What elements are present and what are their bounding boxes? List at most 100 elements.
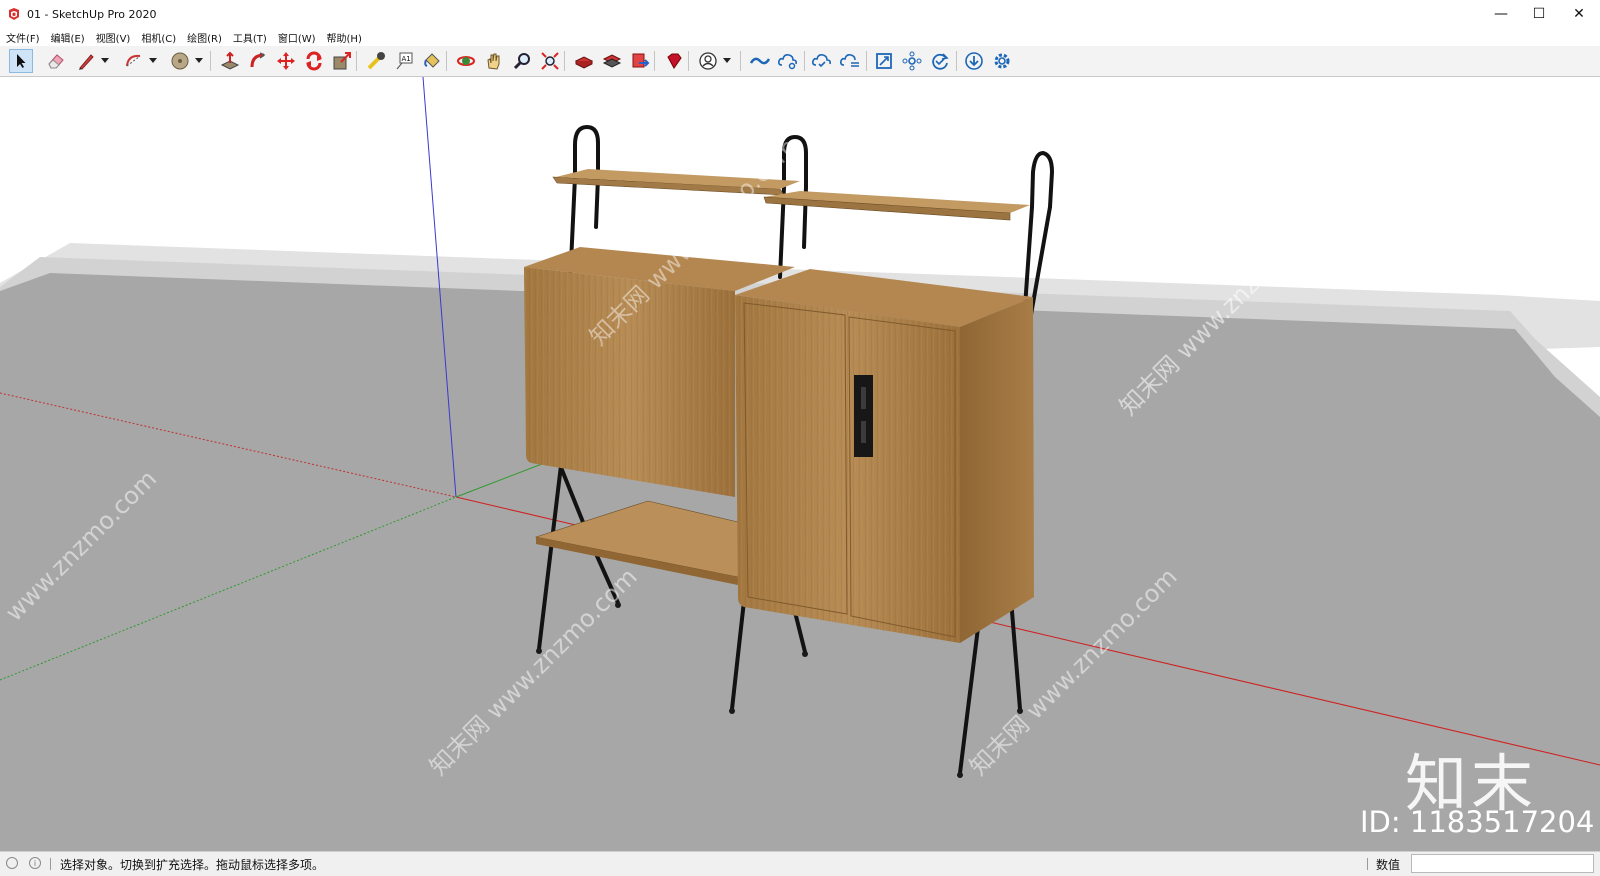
sketchup-logo-icon [9, 8, 19, 20]
pan-icon [487, 53, 500, 70]
menu-draw[interactable]: 绘图(R) [182, 30, 227, 45]
menu-file[interactable]: 文件(F) [1, 30, 45, 45]
minimize-icon: — [1494, 6, 1508, 22]
follow-me-icon [250, 52, 266, 68]
network-button[interactable] [900, 49, 924, 73]
toolbar-separator [564, 51, 565, 71]
menu-window[interactable]: 窗口(W) [273, 30, 321, 45]
cloud-list-button[interactable] [838, 49, 862, 73]
line-tool-button[interactable] [74, 49, 98, 73]
shape-tools-dropdown[interactable] [194, 49, 204, 73]
dropdown-arrow-icon [723, 58, 731, 63]
menu-help[interactable]: 帮助(H) [322, 30, 367, 45]
push-pull-icon [220, 51, 240, 70]
settings-gear-icon [994, 53, 1010, 69]
extension-warehouse-button[interactable] [600, 49, 624, 73]
tape-measure-tool-button[interactable] [364, 49, 388, 73]
status-bar: i 选择对象。切换到扩充选择。拖动鼠标选择多项。 数值 [0, 851, 1600, 876]
status-separator [1367, 858, 1368, 870]
toolbar-separator [210, 51, 211, 71]
geo-location-icon[interactable] [6, 857, 18, 869]
refresh-check-icon [932, 53, 949, 70]
close-icon: ✕ [1573, 6, 1585, 22]
send-to-layout-icon [632, 53, 650, 68]
scale-tool-button[interactable] [330, 49, 354, 73]
text-tool-button[interactable]: A1 [392, 49, 416, 73]
cloud-share-icon [778, 54, 797, 70]
model-viewport[interactable]: 知末网 www.znzmo.com 知末网 www.znzmo.com 知末网 … [0, 77, 1600, 851]
menu-bar: 文件(F) 编辑(E) 视图(V) 相机(C) 绘图(R) 工具(T) 窗口(W… [0, 28, 1600, 46]
account-dropdown[interactable] [722, 49, 732, 73]
refresh-check-button[interactable] [928, 49, 952, 73]
line-tools-dropdown[interactable] [100, 49, 110, 73]
network-icon [902, 51, 922, 71]
zoom-extents-tool-button[interactable] [538, 49, 562, 73]
pan-tool-button[interactable] [482, 49, 506, 73]
component-box-icon [876, 53, 892, 69]
download-button[interactable] [962, 49, 986, 73]
ruby-console-icon [667, 53, 682, 69]
menu-tools[interactable]: 工具(T) [228, 30, 272, 45]
eraser-tool-button[interactable] [44, 49, 68, 73]
component-box-button[interactable] [872, 49, 896, 73]
cloud-sync-button[interactable] [810, 49, 834, 73]
toolbar-separator [804, 51, 805, 71]
dropdown-arrow-icon [101, 58, 109, 63]
dropdown-arrow-icon [195, 58, 203, 63]
select-icon [17, 54, 26, 68]
zoom-extents-icon [541, 52, 559, 70]
cloud-list-icon [840, 54, 859, 67]
scene-canvas [0, 77, 1600, 851]
3d-warehouse-button[interactable] [572, 49, 596, 73]
move-tool-button[interactable] [274, 49, 298, 73]
paint-bucket-tool-button[interactable] [420, 49, 444, 73]
user-account-button[interactable] [696, 49, 720, 73]
push-pull-tool-button[interactable] [218, 49, 242, 73]
right-cabinet-front-grain [735, 295, 960, 643]
arc-tools-dropdown[interactable] [148, 49, 158, 73]
info-icon[interactable]: i [29, 857, 41, 869]
shape-circle-icon [171, 52, 189, 70]
rotate-icon [306, 51, 322, 71]
cloud-share-button[interactable] [776, 49, 800, 73]
arc-tool-button[interactable] [122, 49, 146, 73]
status-hint-text: 选择对象。切换到扩充选择。拖动鼠标选择多项。 [60, 858, 325, 872]
paint-bucket-icon [424, 53, 440, 68]
main-toolbar: A1 [0, 46, 1600, 77]
select-tool-button[interactable] [9, 49, 33, 73]
measurements-input[interactable] [1411, 854, 1594, 873]
eraser-icon [48, 54, 64, 69]
toolbar-separator [654, 51, 655, 71]
trimble-connect-button[interactable] [748, 49, 772, 73]
follow-me-tool-button[interactable] [246, 49, 270, 73]
close-button[interactable]: ✕ [1556, 0, 1600, 28]
user-account-icon [699, 52, 717, 70]
toolbar-separator [866, 51, 867, 71]
send-to-layout-button[interactable] [628, 49, 652, 73]
toolbar-separator [446, 51, 447, 71]
menu-edit[interactable]: 编辑(E) [46, 30, 90, 45]
zoom-tool-button[interactable] [510, 49, 534, 73]
shape-tool-button[interactable] [168, 49, 192, 73]
menu-view[interactable]: 视图(V) [91, 30, 136, 45]
cabinet-handle-slot [861, 387, 866, 409]
rotate-tool-button[interactable] [302, 49, 326, 73]
image-id-watermark: ID: 1183517204 [1360, 805, 1595, 839]
menu-camera[interactable]: 相机(C) [136, 30, 181, 45]
download-icon [965, 52, 983, 70]
cabinet-handle-slot [861, 421, 866, 443]
arc-icon [126, 54, 141, 67]
window-title: 01 - SketchUp Pro 2020 [27, 7, 157, 21]
maximize-icon: ☐ [1532, 6, 1546, 22]
orbit-tool-button[interactable] [454, 49, 478, 73]
settings-button[interactable] [990, 49, 1014, 73]
toolbar-separator [356, 51, 357, 71]
title-bar: 01 - SketchUp Pro 2020 — ☐ ✕ [0, 0, 1600, 28]
warehouse-icon [574, 56, 594, 69]
measurements-label: 数值 [1376, 858, 1401, 872]
cloud-sync-icon [812, 54, 831, 68]
trimble-connect-icon [749, 57, 771, 65]
extension-warehouse-icon [602, 54, 622, 68]
ruby-console-button[interactable] [662, 49, 686, 73]
tape-measure-icon [367, 52, 385, 70]
